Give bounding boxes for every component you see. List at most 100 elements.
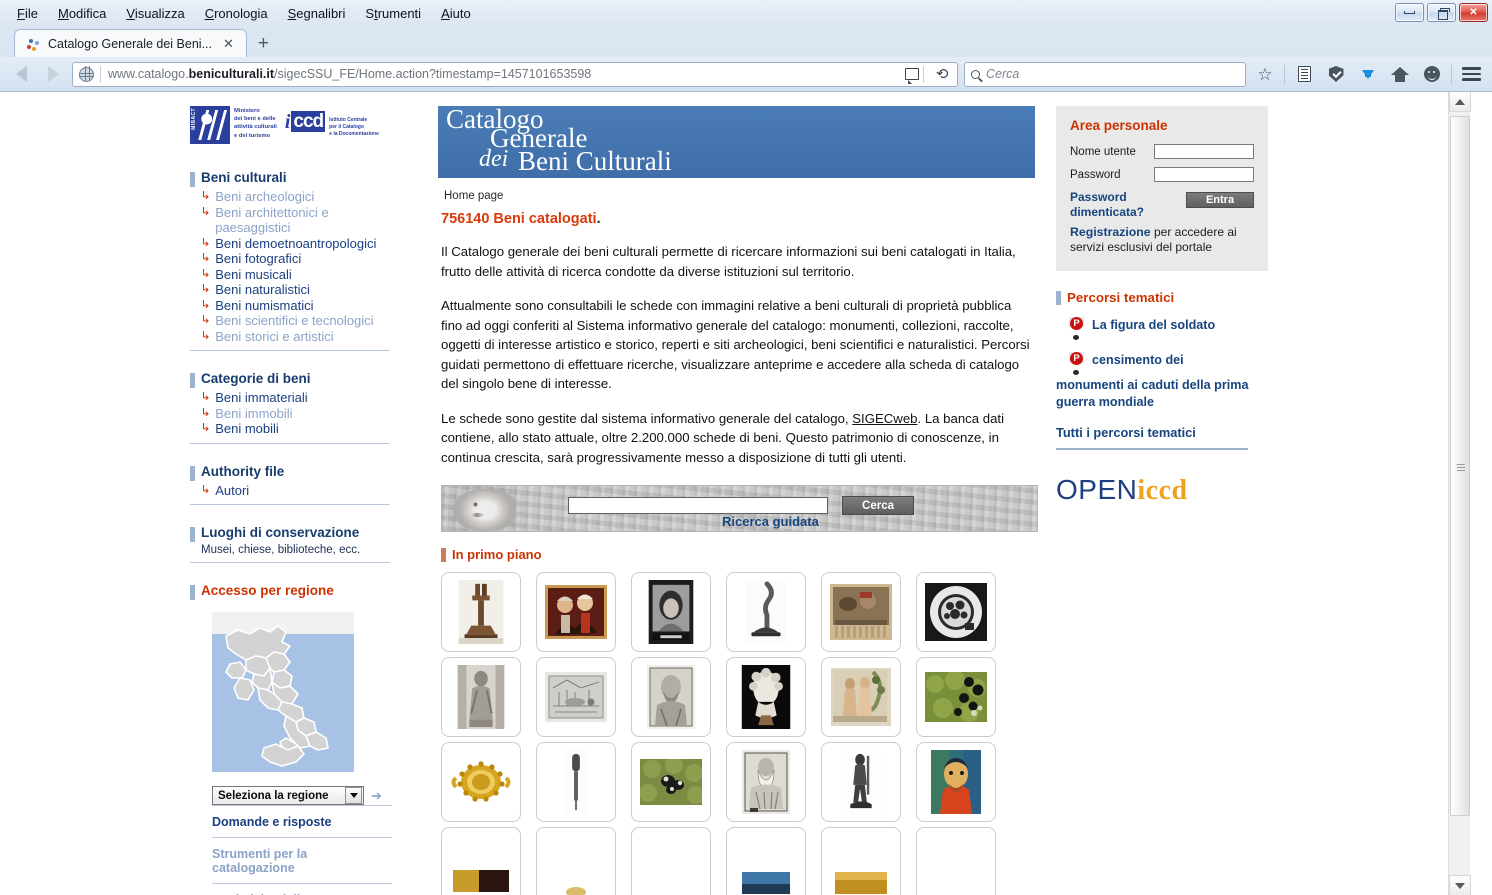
region-go-icon[interactable]: ➔ [371,788,382,804]
thumbnail-engraving-old-man[interactable] [726,742,806,822]
minimize-button[interactable] [1395,3,1424,22]
sigecweb-link[interactable]: SIGECweb [852,411,917,426]
site-search-input[interactable] [568,497,828,514]
thematic-paths-panel: Percorsi tematici P La figura del soldat… [1056,289,1270,450]
scrollbar-thumb[interactable] [1450,116,1470,816]
reader-mode-icon[interactable] [901,63,923,85]
forward-button[interactable] [40,61,66,87]
fresco-figures-art [831,668,891,726]
thumbnail-framed-item-5[interactable] [821,827,901,895]
search-input[interactable]: Cerca [964,61,1246,87]
shield-icon[interactable] [1323,61,1349,87]
new-tab-button[interactable]: + [247,34,280,57]
thumbnail-relief-statue[interactable] [441,657,521,737]
nav-group-luoghi[interactable]: Luoghi di conservazione Musei, chiese, b… [190,525,390,563]
registration-link[interactable]: Registrazione [1070,225,1151,239]
sidebar-item-beni-musicali[interactable]: ↳ Beni musicali [201,267,390,283]
all-thematic-paths-link[interactable]: Tutti i percorsi tematici [1056,425,1248,450]
forgot-password-link[interactable]: Password dimenticata? [1070,190,1150,219]
italy-map[interactable] [212,612,354,772]
thumbnail-engraving-interior[interactable] [536,657,616,737]
thumbnail-fauvist-portrait[interactable] [916,742,996,822]
personal-area-panel: Area personale Nome utente Password Pass… [1056,106,1268,271]
feedback-smiley-icon[interactable] [1419,61,1445,87]
password-input[interactable] [1154,167,1254,182]
browser-window: File Modifica Visualizza Cronologia Segn… [0,0,1492,895]
sidebar-item-beni-demoetnoantropologici[interactable]: ↳ Beni demoetnoantropologici [201,236,390,252]
region-select[interactable]: Seleziona la regione [212,786,364,805]
sidebar-item-beni-numismatici[interactable]: ↳ Beni numismatici [201,298,390,314]
maximize-button[interactable] [1427,3,1456,22]
sidebar-item-beni-storici[interactable]: ↳ Beni storici e artistici [201,329,390,345]
thumbnail-bronze-figurine[interactable] [821,742,901,822]
thumbnail-bronze-candlestick[interactable] [726,572,806,652]
thumbnail-metal-tool[interactable] [536,742,616,822]
chevron-down-icon[interactable] [345,787,362,804]
sidebar-item-beni-architettonici[interactable]: ↳ Beni architettonici e paesaggistici [201,205,390,236]
thumbnail-marble-bust[interactable] [726,657,806,737]
sidebar-item-beni-immobili[interactable]: ↳ Beni immobili [201,406,390,422]
thumbnail-framed-item-1[interactable] [441,827,521,895]
iccd-logo[interactable]: i ccd Istituto Centrale per il Catalogo … [285,106,379,138]
thumbnail-ceramic-plate[interactable] [916,572,996,652]
openiccd-logo[interactable]: OPENiccd [1056,474,1270,507]
thumbnail-wooden-lectern[interactable] [441,572,521,652]
guided-search-link[interactable]: Ricerca guidata [722,514,819,529]
menu-file[interactable]: File [8,3,47,24]
download-arrow-icon[interactable] [1355,61,1381,87]
sidebar-item-beni-fotografici[interactable]: ↳ Beni fotografici [201,251,390,267]
sidebar-link-statistiche-catalogazione[interactable]: Statistiche della catalogazione [212,884,392,895]
sidebar-item-beni-mobili[interactable]: ↳ Beni mobili [201,421,390,437]
thumbnail-portrait-bearded-man[interactable] [631,657,711,737]
menu-visualizza[interactable]: Visualizza [117,3,193,24]
thumbnail-fresco-scene[interactable] [821,572,901,652]
menu-cronologia[interactable]: Cronologia [196,3,277,24]
sidebar-item-beni-scientifici[interactable]: ↳ Beni scientifici e tecnologici [201,313,390,329]
menu-strumenti[interactable]: Strumenti [356,3,430,24]
thumbnail-fossil-in-grass[interactable] [631,742,711,822]
address-bar[interactable]: www.catalogo.beniculturali.it/sigecSSU_F… [72,61,958,87]
sidebar-link-strumenti-catalogazione[interactable]: Strumenti per la catalogazione [212,838,392,884]
thumbnail-framed-item-6[interactable] [916,827,996,895]
thumbnail-painting-two-figures[interactable] [536,572,616,652]
thumbnail-gold-brooch[interactable] [441,742,521,822]
sidebar-item-beni-immateriali[interactable]: ↳ Beni immateriali [201,390,390,406]
username-input[interactable] [1154,144,1254,159]
thumbnail-framed-item-2[interactable] [536,827,616,895]
reading-list-icon[interactable] [1291,61,1317,87]
bullet-icon: ↳ [200,391,211,403]
sidebar-item-beni-archeologici[interactable]: ↳ Beni archeologici [201,189,390,205]
ministry-logo[interactable]: MIBACT Ministero dei beni e delle attivi… [190,106,277,144]
browser-tab[interactable]: Catalogo Generale dei Beni... ✕ [14,29,247,57]
vertical-scrollbar[interactable] [1448,92,1471,895]
thumbnail-photo-portrait-woman[interactable] [631,572,711,652]
sidebar-item-beni-naturalistici[interactable]: ↳ Beni naturalistici [201,282,390,298]
count-period: . [596,211,601,227]
sidebar-link-domande-risposte[interactable]: Domande e risposte [212,805,392,838]
close-button[interactable]: ✕ [1459,3,1488,22]
url-domain: beniculturali.it [188,67,275,81]
thematic-item-soldato[interactable]: P La figura del soldato [1068,317,1270,340]
scroll-down-button[interactable] [1449,875,1471,895]
back-button[interactable] [8,61,34,87]
home-icon[interactable] [1387,61,1413,87]
scroll-up-button[interactable] [1449,92,1471,112]
thumbnail-framed-item-4[interactable] [726,827,806,895]
bw-plate-art [925,583,987,641]
sidebar-item-autori[interactable]: ↳ Autori [201,483,390,499]
reload-icon[interactable]: ⟳ [931,63,953,85]
bookmark-star-icon[interactable]: ☆ [1252,61,1278,87]
thematic-item-censimento[interactable]: P censimento dei [1068,352,1270,375]
group-subtitle: Musei, chiese, biblioteche, ecc. [201,544,361,556]
thumbnail-framed-item-3[interactable] [631,827,711,895]
menu-modifica[interactable]: Modifica [49,3,115,24]
banner-line-4: Beni Culturali [518,146,672,176]
thumbnail-fresco-adam-eve[interactable] [821,657,901,737]
hamburger-menu-icon[interactable] [1458,61,1484,87]
menu-aiuto[interactable]: Aiuto [432,3,480,24]
close-icon[interactable]: ✕ [219,36,238,52]
menu-segnalibri[interactable]: Segnalibri [279,3,355,24]
login-button[interactable]: Entra [1186,192,1254,208]
search-submit-button[interactable]: Cerca [842,496,914,515]
thumbnail-moss-specimen[interactable] [916,657,996,737]
